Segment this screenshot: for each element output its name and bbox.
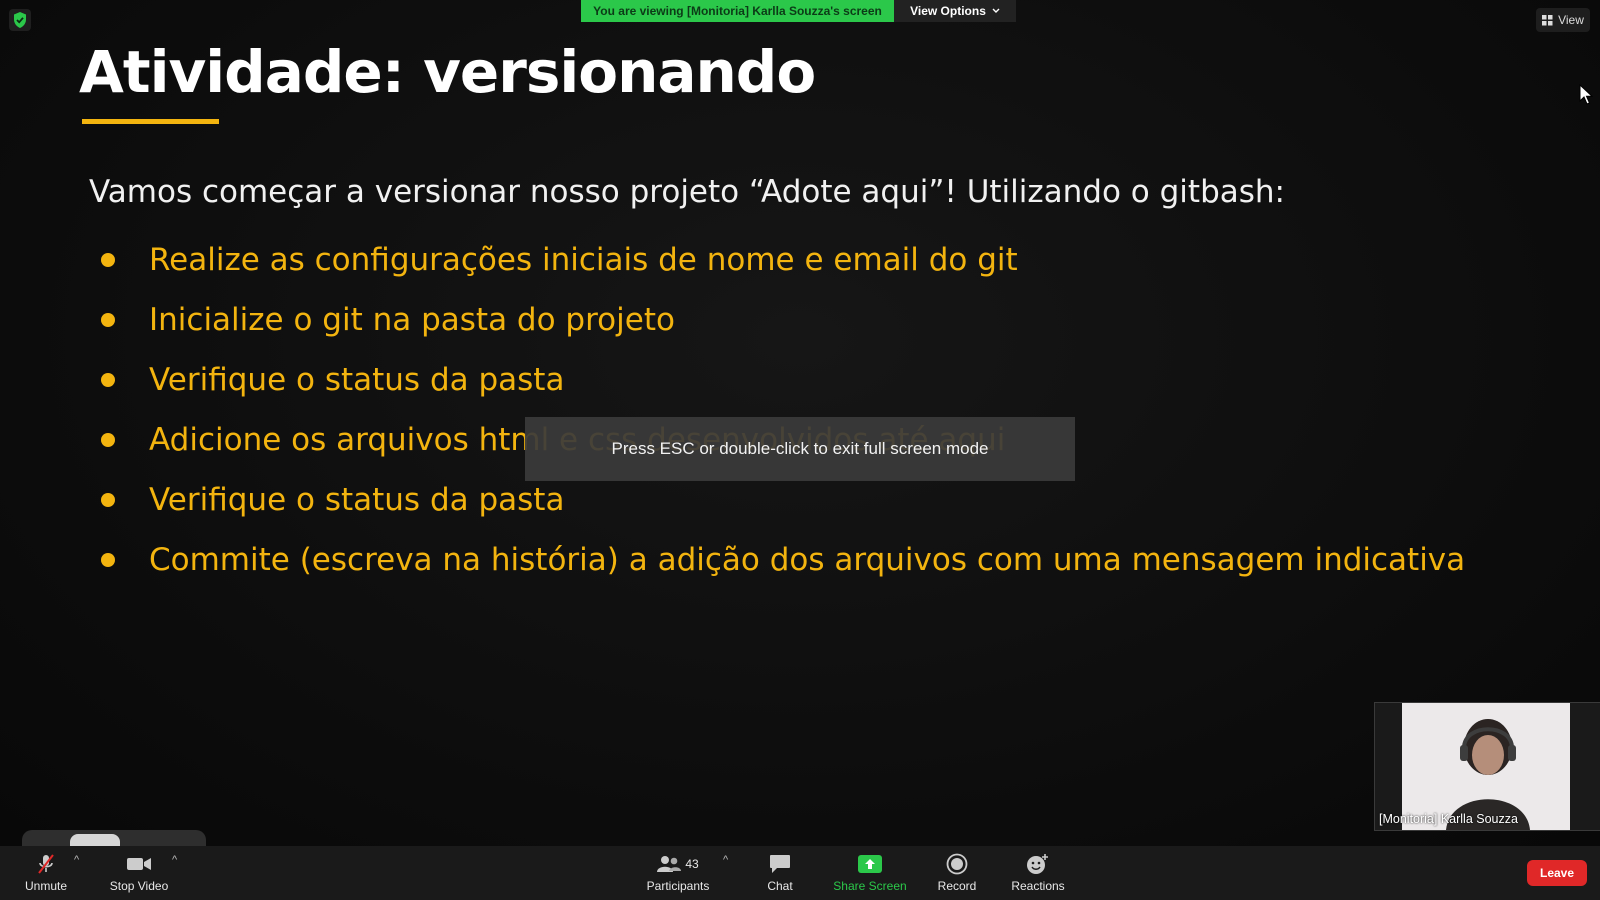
view-button-label: View	[1558, 13, 1584, 27]
participants-icon: 43	[657, 853, 699, 875]
participants-label: Participants	[646, 879, 710, 893]
list-item: Verifique o status da pasta	[100, 350, 1465, 410]
video-camera-icon	[126, 853, 152, 875]
view-options-label: View Options	[910, 4, 986, 18]
bullet-icon	[101, 493, 115, 507]
unmute-button[interactable]: Unmute	[18, 846, 74, 900]
video-feed	[1402, 703, 1570, 830]
reactions-button[interactable]: Reactions	[1008, 846, 1068, 900]
stop-video-button[interactable]: Stop Video	[106, 846, 172, 900]
reactions-icon	[1026, 853, 1050, 875]
leave-button[interactable]: Leave	[1527, 860, 1587, 886]
slide-intro: Vamos começar a versionar nosso projeto …	[89, 174, 1285, 210]
bullet-icon	[101, 373, 115, 387]
participants-button[interactable]: 43 Participants	[640, 846, 716, 900]
chevron-down-icon	[992, 8, 1000, 13]
view-options-button[interactable]: View Options	[894, 0, 1016, 22]
bullet-icon	[101, 433, 115, 447]
list-item-text: Realize as configurações iniciais de nom…	[149, 242, 1018, 278]
share-screen-label: Share Screen	[833, 879, 907, 893]
toolbar-handle[interactable]	[22, 830, 206, 846]
mouse-cursor-icon	[1579, 84, 1593, 105]
meeting-toolbar: Unmute ^ Stop Video ^ 43 Participants ^ …	[0, 846, 1600, 900]
chat-label: Chat	[767, 879, 793, 893]
reactions-label: Reactions	[1011, 879, 1065, 893]
microphone-muted-icon	[35, 853, 57, 875]
shield-icon[interactable]	[9, 9, 31, 31]
bullet-icon	[101, 253, 115, 267]
toolbar-handle-grip	[70, 834, 120, 846]
record-label: Record	[937, 879, 977, 893]
share-screen-button[interactable]: Share Screen	[830, 846, 910, 900]
chat-icon	[769, 853, 791, 875]
record-button[interactable]: Record	[930, 846, 984, 900]
fullscreen-toast: Press ESC or double-click to exit full s…	[525, 417, 1075, 481]
title-underline	[82, 119, 219, 124]
bullet-icon	[101, 313, 115, 327]
list-item: Realize as configurações iniciais de nom…	[100, 230, 1465, 290]
participants-options-caret[interactable]: ^	[723, 854, 728, 866]
stop-video-label: Stop Video	[109, 879, 169, 893]
view-button[interactable]: View	[1536, 8, 1590, 32]
list-item-text: Verifique o status da pasta	[149, 482, 565, 518]
audio-options-caret[interactable]: ^	[74, 854, 79, 866]
slide-title: Atividade: versionando	[79, 38, 816, 106]
viewing-status: You are viewing [Monitoria] Karlla Souzz…	[581, 0, 894, 22]
unmute-label: Unmute	[24, 879, 68, 893]
bullet-icon	[101, 553, 115, 567]
activity-list: Realize as configurações iniciais de nom…	[100, 230, 1465, 590]
share-screen-icon	[858, 853, 882, 875]
chat-button[interactable]: Chat	[755, 846, 805, 900]
view-grid-icon	[1542, 14, 1553, 25]
list-item: Inicialize o git na pasta do projeto	[100, 290, 1465, 350]
participants-count: 43	[685, 857, 699, 871]
record-icon	[946, 853, 968, 875]
participant-video-tile[interactable]: [Monitoria] Karlla Souzza	[1374, 702, 1600, 831]
participant-name: [Monitoria] Karlla Souzza	[1379, 812, 1518, 826]
list-item-text: Verifique o status da pasta	[149, 362, 565, 398]
list-item-text: Commite (escreva na história) a adição d…	[149, 542, 1466, 578]
list-item: Commite (escreva na história) a adição d…	[100, 530, 1465, 590]
screen-share-banner: You are viewing [Monitoria] Karlla Souzz…	[581, 0, 1016, 22]
video-options-caret[interactable]: ^	[172, 854, 177, 866]
list-item-text: Inicialize o git na pasta do projeto	[149, 302, 675, 338]
